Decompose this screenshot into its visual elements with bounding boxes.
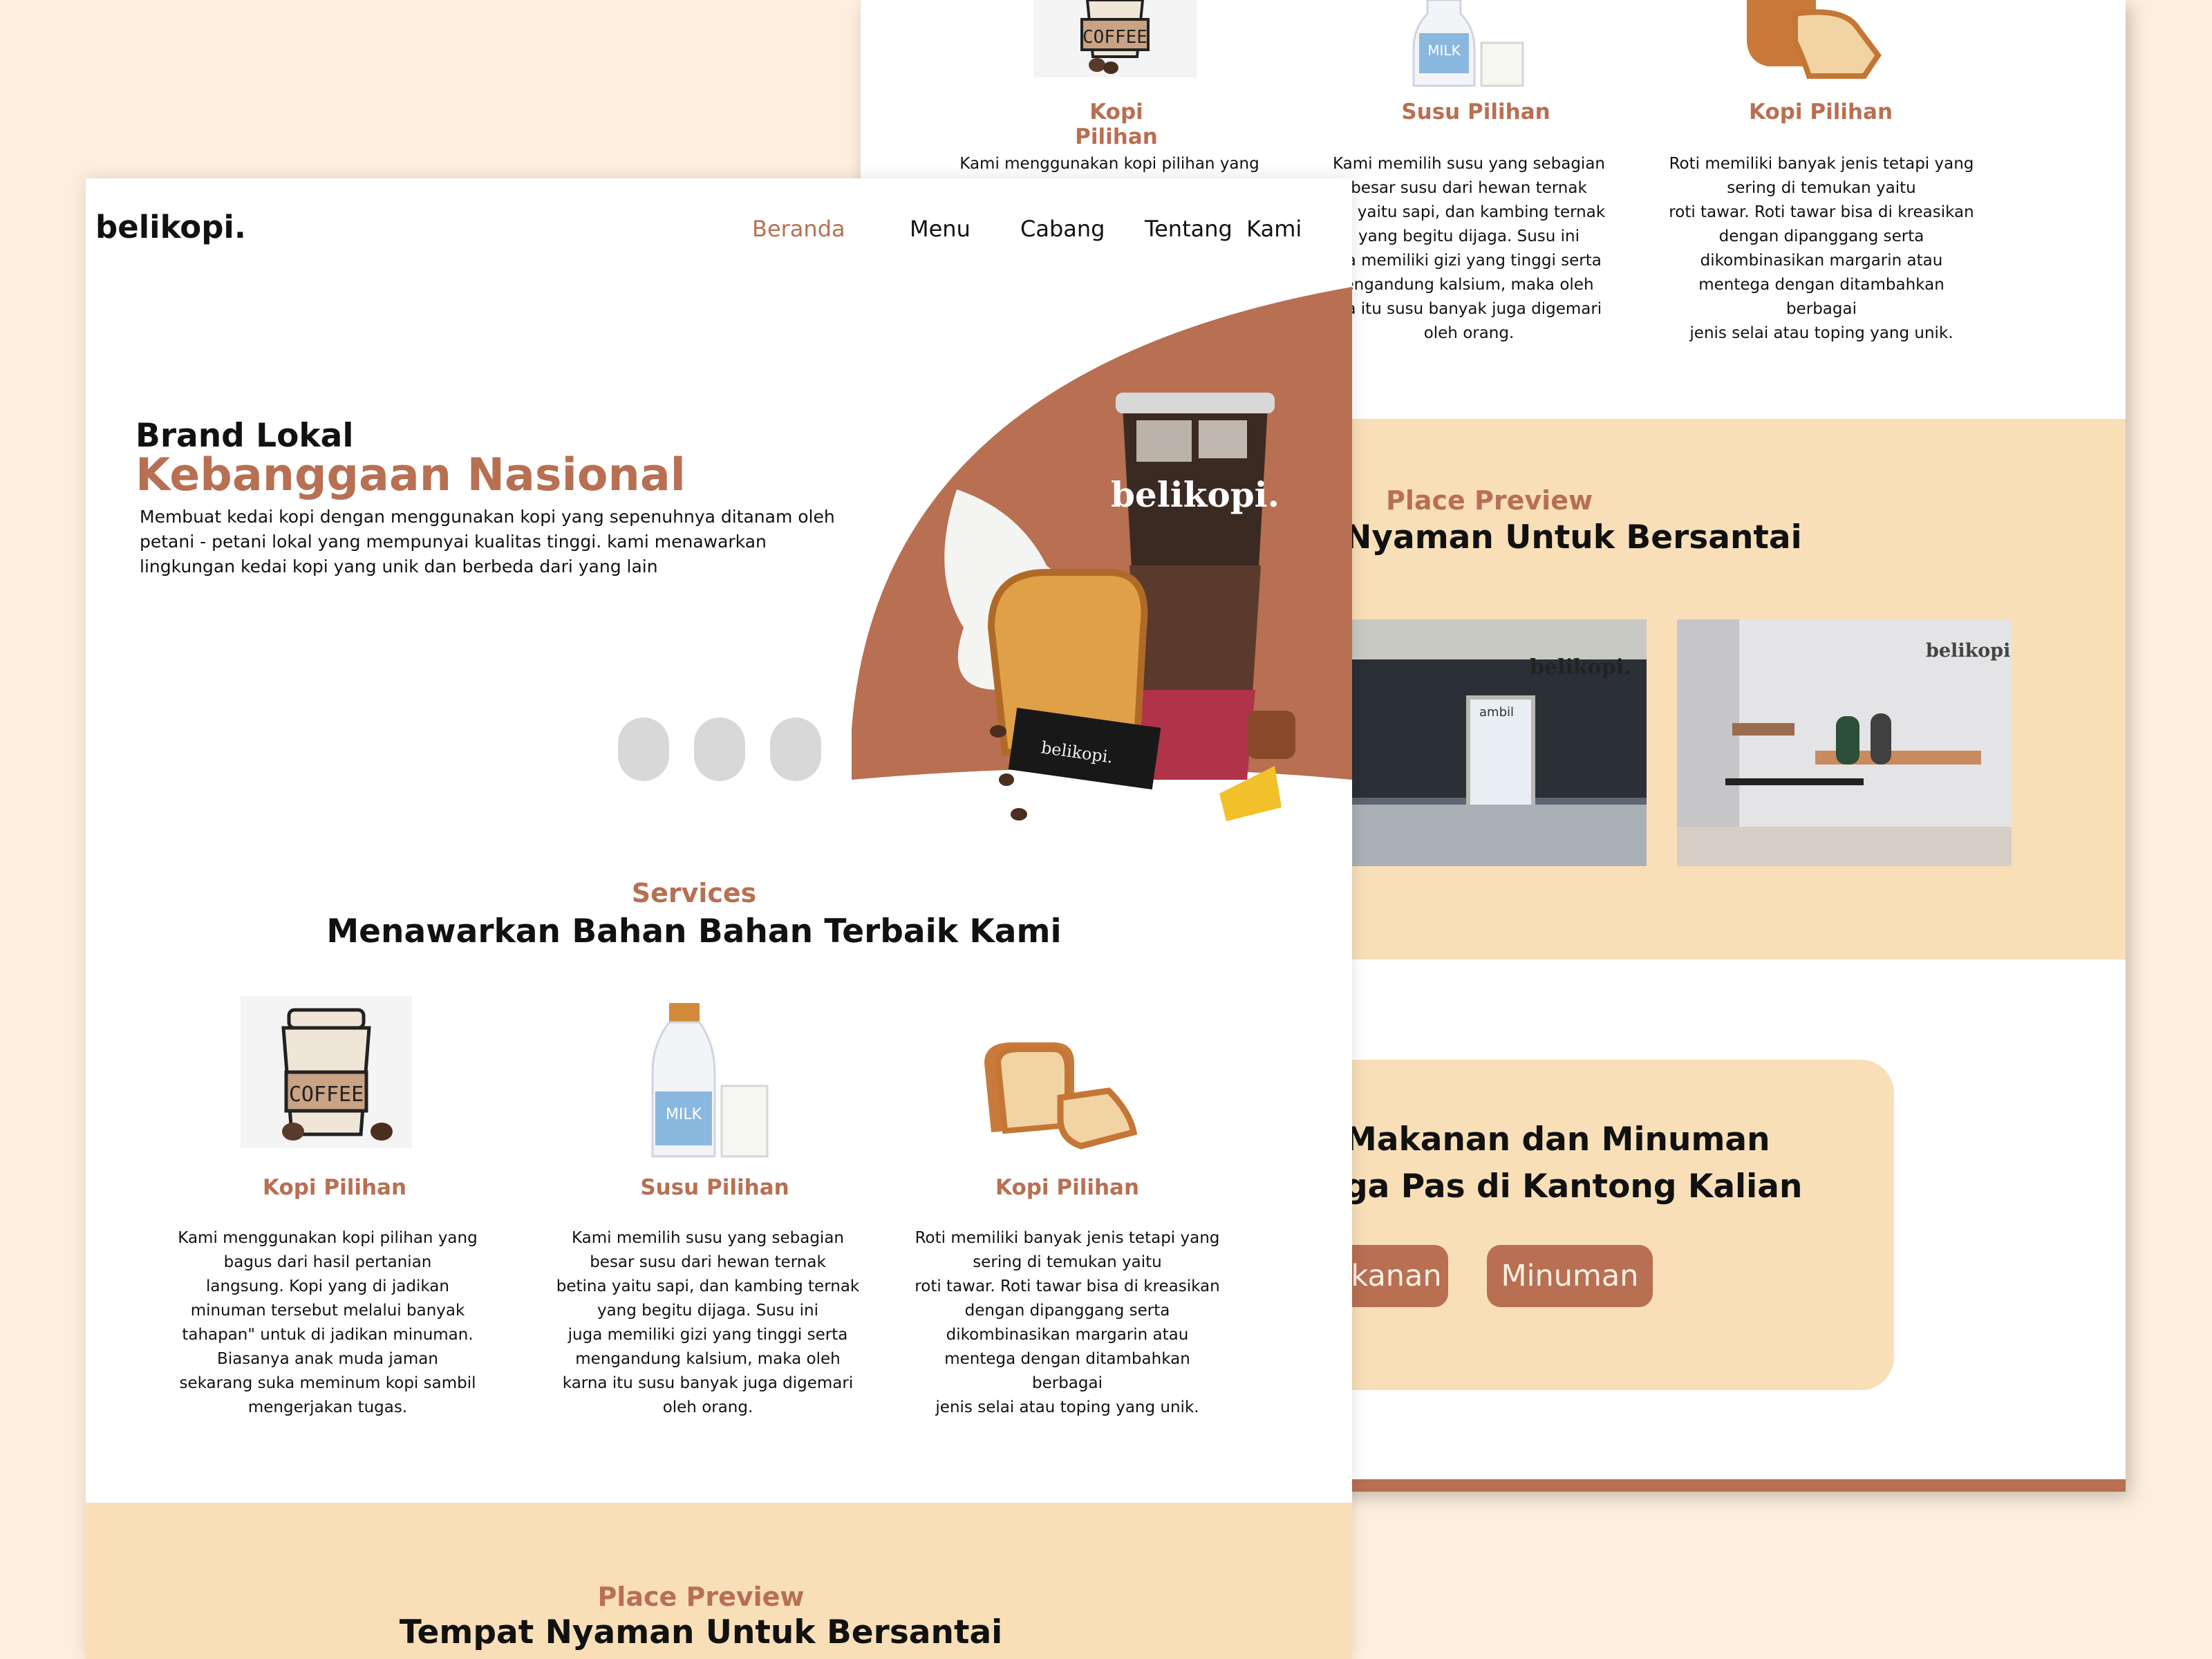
- front-page: belikopi. Beranda Menu Cabang Tentang Ka…: [86, 178, 1352, 1659]
- cafe-front-photo: belikopi. ambil: [1344, 619, 1647, 866]
- milk-bottle-icon: MILK: [651, 1003, 769, 1158]
- service-desc-2: Kami memilih susu yang sebagian besar sus…: [556, 1229, 860, 1416]
- services-title: Menawarkan Bahan Bahan Terbaik Kami: [326, 912, 1062, 950]
- place-eyebrow: Place Preview: [597, 1582, 805, 1612]
- svg-text:MILK: MILK: [666, 1106, 702, 1123]
- svg-text:belikopi.: belikopi.: [1111, 474, 1280, 515]
- minuman-button[interactable]: Minuman: [1487, 1245, 1653, 1307]
- hero-product-image: belikopi. belikopi.: [944, 393, 1295, 821]
- menu-card-line2: ga Pas di Kantong Kalian: [1344, 1168, 1803, 1206]
- back-place-eyebrow: Place Preview: [1386, 485, 1593, 516]
- services-eyebrow: Services: [631, 878, 757, 908]
- back-service-title-3: Kopi Pilihan: [1748, 100, 1893, 124]
- coffee-cup-icon: COFFEE: [241, 996, 412, 1148]
- svg-text:COFFEE: COFFEE: [1082, 27, 1147, 48]
- place-preview-section: Place Preview Tempat Nyaman Untuk Bersan…: [86, 1503, 1352, 1659]
- hero-description: Membuat kedai kopi dengan menggunakan ko…: [140, 507, 835, 577]
- hero-title: Kebanggaan Nasional: [135, 449, 686, 501]
- svg-text:COFFEE: COFFEE: [289, 1082, 364, 1107]
- nav-cabang[interactable]: Cabang: [1020, 216, 1105, 242]
- nav-tentang-kami[interactable]: Tentang Kami: [1145, 216, 1302, 242]
- nav-beranda[interactable]: Beranda: [752, 216, 845, 242]
- service-title-3: Kopi Pilihan: [995, 1175, 1140, 1200]
- back-service-title-1: Kopi Pilihan: [1075, 100, 1158, 149]
- back-service-desc-1: Kami menggunakan kopi pilihan yang: [959, 155, 1259, 173]
- carousel-dot-2[interactable]: [694, 718, 745, 781]
- cafe-interior-photo: belikopi.: [1677, 619, 2012, 866]
- coffee-cup-icon: COFFEE: [1033, 0, 1197, 77]
- site-logo[interactable]: belikopi.: [95, 209, 246, 245]
- place-title: Tempat Nyaman Untuk Bersantai: [399, 1613, 1003, 1651]
- nav-menu[interactable]: Menu: [910, 216, 971, 242]
- back-place-title: Nyaman Untuk Bersantai: [1344, 518, 1802, 556]
- back-service-desc-3: Roti memiliki banyak jenis tetapi yang se…: [1669, 155, 1974, 342]
- carousel-dot-3[interactable]: [770, 718, 821, 781]
- service-title-2: Susu Pilihan: [640, 1175, 789, 1200]
- service-desc-3: Roti memiliki banyak jenis tetapi yang se…: [915, 1229, 1220, 1416]
- milk-bottle-icon: MILK: [1412, 0, 1524, 87]
- makanan-button[interactable]: kanan: [1344, 1245, 1448, 1307]
- back-service-title-2: Susu Pilihan: [1401, 100, 1550, 124]
- service-title-1: Kopi Pilihan: [262, 1175, 407, 1200]
- svg-text:MILK: MILK: [1427, 42, 1461, 59]
- menu-card-line1: Makanan dan Minuman: [1344, 1121, 1770, 1159]
- service-desc-1: Kami menggunakan kopi pilihan yang bagus …: [178, 1229, 478, 1416]
- bread-icon: [1747, 0, 1882, 79]
- bread-icon: [984, 1042, 1138, 1150]
- carousel-dot-1[interactable]: [618, 718, 669, 781]
